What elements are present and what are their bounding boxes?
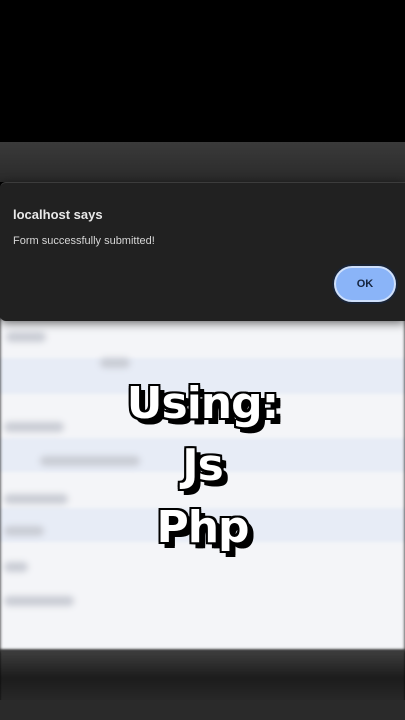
overlay-caption-line2: Js [182, 440, 224, 491]
dialog-title: localhost says [13, 207, 103, 222]
screen: localhost says Form successfully submitt… [0, 0, 405, 720]
blurred-text [100, 358, 130, 368]
dimmed-browser-header [0, 142, 405, 182]
blurred-text [4, 562, 28, 572]
dialog-message: Form successfully submitted! [13, 235, 155, 247]
overlay-caption-line1: Using: [126, 378, 279, 429]
ok-button[interactable]: OK [334, 266, 396, 302]
blurred-text [6, 332, 46, 342]
blurred-text [4, 596, 74, 606]
top-black-band [0, 0, 405, 142]
alert-dialog: localhost says Form successfully submitt… [0, 182, 405, 321]
overlay-caption-line3: Php [156, 502, 249, 553]
bottom-strip [0, 700, 405, 720]
